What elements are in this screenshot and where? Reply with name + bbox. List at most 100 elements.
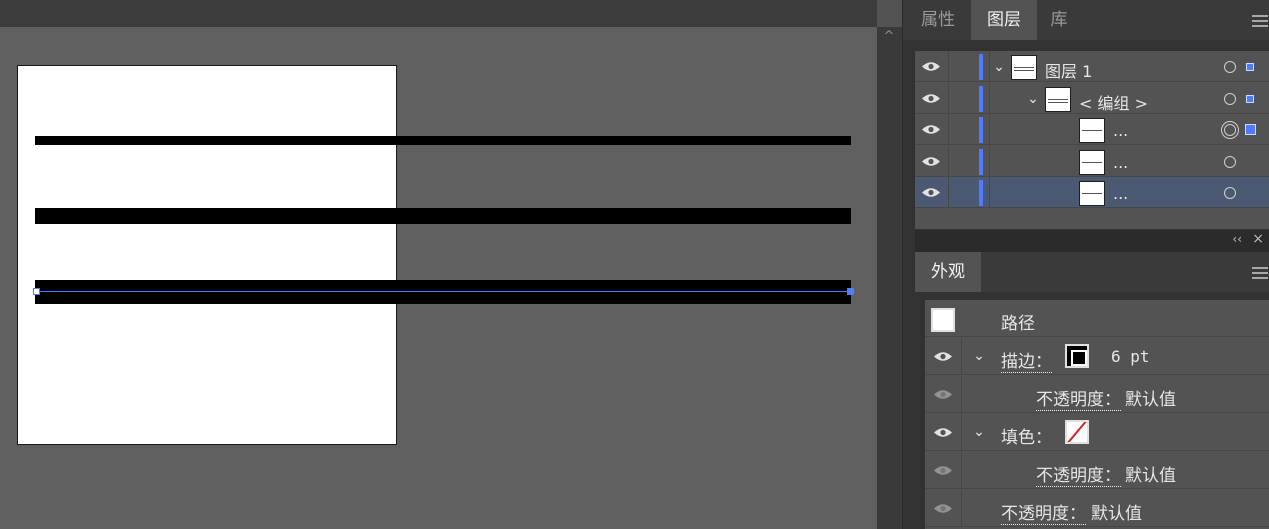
layer-name[interactable]: ...	[1113, 184, 1128, 203]
layer-color-bar	[979, 85, 983, 112]
opacity-value: 默认值	[1091, 504, 1142, 524]
selection-indicator-square[interactable]	[1246, 94, 1254, 103]
row-separator	[989, 82, 990, 114]
layer-color-bar	[979, 117, 983, 143]
layer-row[interactable]: ...	[915, 114, 1269, 145]
fill-label[interactable]: 填色：	[1001, 423, 1052, 448]
opacity-label[interactable]: 不透明度：	[1001, 499, 1086, 525]
selection-path-highlight	[37, 291, 850, 292]
layer-color-bar	[979, 54, 983, 80]
layer-row[interactable]: ⌄ < 编组 >	[915, 82, 1269, 114]
row-separator	[961, 452, 962, 489]
target-circle-icon[interactable]	[1221, 121, 1239, 139]
target-circle-icon[interactable]	[1224, 61, 1236, 73]
object-type-label: 路径	[1001, 314, 1035, 334]
fill-opacity-label[interactable]: 不透明度：	[1036, 461, 1121, 487]
eye-icon[interactable]	[933, 427, 953, 438]
stroke-swatch[interactable]	[1065, 344, 1089, 368]
layer-name[interactable]: 图层 1	[1045, 58, 1092, 82]
tab-library[interactable]: 库	[1039, 0, 1079, 40]
eye-icon[interactable]	[933, 351, 953, 362]
panel-tab-bar: 属性 图层 库	[903, 0, 1269, 40]
artboard[interactable]	[17, 65, 397, 445]
chevron-down-icon[interactable]: ⌄	[991, 59, 1007, 75]
row-separator	[961, 338, 962, 375]
target-circle-icon[interactable]	[1224, 92, 1236, 105]
stroke-weight-value[interactable]: 6 pt	[1111, 347, 1150, 366]
row-separator	[961, 490, 962, 527]
eye-icon[interactable]	[921, 156, 941, 167]
layer-row[interactable]: ...	[915, 145, 1269, 177]
target-circle-icon[interactable]	[1224, 187, 1236, 199]
panel-dock: 属性 图层 库 ⌄ 图层 1 ⌄ < 编组 >......... ‹‹ × 外观 路径…	[902, 0, 1269, 529]
selection-indicator-square[interactable]	[1245, 124, 1256, 135]
scroll-up-arrow-icon[interactable]: ^	[882, 30, 896, 43]
row-separator	[948, 82, 949, 114]
layer-thumbnail	[1045, 86, 1071, 112]
panel-menu-icon[interactable]	[1252, 15, 1268, 27]
vertical-scrollbar[interactable]: ^	[877, 27, 902, 529]
eye-icon[interactable]	[933, 389, 953, 400]
appearance-row-fill-opacity[interactable]: 不透明度： 默认值	[925, 452, 1269, 489]
layer-row[interactable]: ...	[915, 177, 1269, 208]
layer-name[interactable]: ...	[1113, 121, 1128, 140]
fill-opacity-value: 默认值	[1125, 466, 1176, 486]
layer-thumbnail	[1079, 118, 1105, 143]
eye-icon[interactable]	[921, 93, 941, 104]
anchor-point-right[interactable]	[847, 288, 854, 295]
appearance-row-opacity[interactable]: 不透明度： 默认值	[925, 490, 1269, 527]
row-separator	[989, 145, 990, 177]
layer-thumbnail	[1011, 55, 1037, 80]
row-separator	[948, 145, 949, 177]
double-chevron-left-icon[interactable]: ‹‹	[1232, 232, 1242, 246]
close-icon[interactable]: ×	[1252, 231, 1264, 247]
appearance-row-fill[interactable]: ⌄ 填色：	[925, 414, 1269, 451]
eye-icon[interactable]	[921, 61, 941, 72]
fill-swatch-none[interactable]	[1065, 420, 1089, 444]
row-separator	[948, 51, 949, 82]
layer-thumbnail	[1079, 149, 1105, 175]
row-separator	[989, 51, 990, 82]
target-circle-icon[interactable]	[1224, 155, 1236, 168]
chevron-down-icon[interactable]: ⌄	[971, 348, 987, 364]
row-separator	[948, 177, 949, 208]
stroke-opacity-value: 默认值	[1125, 390, 1176, 410]
appearance-tab-bar: 外观	[915, 252, 1269, 292]
chevron-down-icon[interactable]: ⌄	[971, 424, 987, 440]
layer-row[interactable]: ⌄ 图层 1	[915, 51, 1269, 82]
eye-icon[interactable]	[933, 503, 953, 514]
appearance-row-stroke-opacity[interactable]: 不透明度： 默认值	[925, 376, 1269, 413]
stroke-label[interactable]: 描边：	[1001, 347, 1052, 373]
panel-menu-icon[interactable]	[1252, 267, 1268, 279]
layer-color-bar	[979, 180, 983, 206]
eye-icon[interactable]	[933, 465, 953, 476]
path-line-1[interactable]	[35, 136, 851, 145]
layer-color-bar	[979, 148, 983, 175]
path-line-2[interactable]	[35, 208, 851, 224]
stroke-opacity-label[interactable]: 不透明度：	[1036, 385, 1121, 411]
chevron-down-icon[interactable]: ⌄	[1025, 91, 1041, 107]
selection-indicator-square[interactable]	[1246, 63, 1254, 71]
layer-name[interactable]: ...	[1113, 153, 1128, 172]
tab-layers[interactable]: 图层	[971, 0, 1037, 40]
row-separator	[989, 114, 990, 145]
tab-properties[interactable]: 属性	[908, 0, 968, 40]
anchor-point-left[interactable]	[33, 288, 40, 295]
layer-name[interactable]: < 编组 >	[1079, 90, 1148, 114]
tab-appearance[interactable]: 外观	[915, 252, 981, 292]
appearance-list: 路径 ⌄ 描边： 6 pt 不透明度： 默认值 ⌄ 填色： 不透明度： 默认值 …	[925, 300, 1269, 529]
path-line-3-selected[interactable]	[35, 280, 851, 304]
appearance-row-object[interactable]: 路径	[925, 300, 1269, 337]
row-separator	[989, 177, 990, 208]
appearance-row-stroke[interactable]: ⌄ 描边： 6 pt	[925, 338, 1269, 375]
object-thumbnail	[931, 308, 955, 332]
layers-list: ⌄ 图层 1 ⌄ < 编组 >.........	[915, 51, 1269, 229]
panel-header-bar: ‹‹ ×	[915, 230, 1269, 252]
row-separator	[948, 114, 949, 145]
eye-icon[interactable]	[921, 187, 941, 198]
layer-thumbnail	[1079, 181, 1105, 206]
row-separator	[961, 376, 962, 413]
row-separator	[961, 414, 962, 451]
eye-icon[interactable]	[921, 124, 941, 135]
document-tab-bar	[0, 0, 877, 27]
